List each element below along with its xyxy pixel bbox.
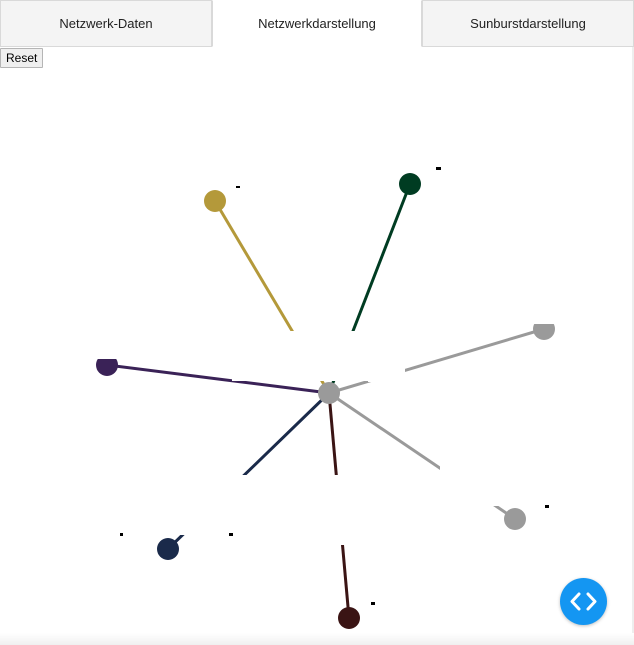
label-fragment bbox=[545, 505, 549, 508]
node-center[interactable] bbox=[318, 382, 340, 404]
label-fragment bbox=[229, 533, 233, 536]
node-maroon[interactable] bbox=[338, 607, 360, 629]
label-fragment bbox=[236, 186, 240, 188]
mask-gray-right bbox=[530, 316, 558, 324]
code-icon bbox=[570, 592, 597, 611]
mask-purple bbox=[94, 352, 122, 359]
label-fragment bbox=[436, 167, 441, 170]
bottom-edge bbox=[0, 633, 634, 645]
label-box-4 bbox=[232, 475, 443, 545]
code-toggle-button[interactable] bbox=[560, 578, 607, 625]
network-graph bbox=[94, 167, 558, 629]
node-olive[interactable] bbox=[204, 190, 226, 212]
node-gray-bottom[interactable] bbox=[504, 508, 526, 530]
label-fragment bbox=[371, 602, 375, 605]
node-navy[interactable] bbox=[157, 538, 179, 560]
label-fragment bbox=[120, 533, 123, 536]
node-darkgreen[interactable] bbox=[399, 173, 421, 195]
label-box-5 bbox=[440, 466, 520, 506]
label-box-2 bbox=[368, 370, 405, 382]
